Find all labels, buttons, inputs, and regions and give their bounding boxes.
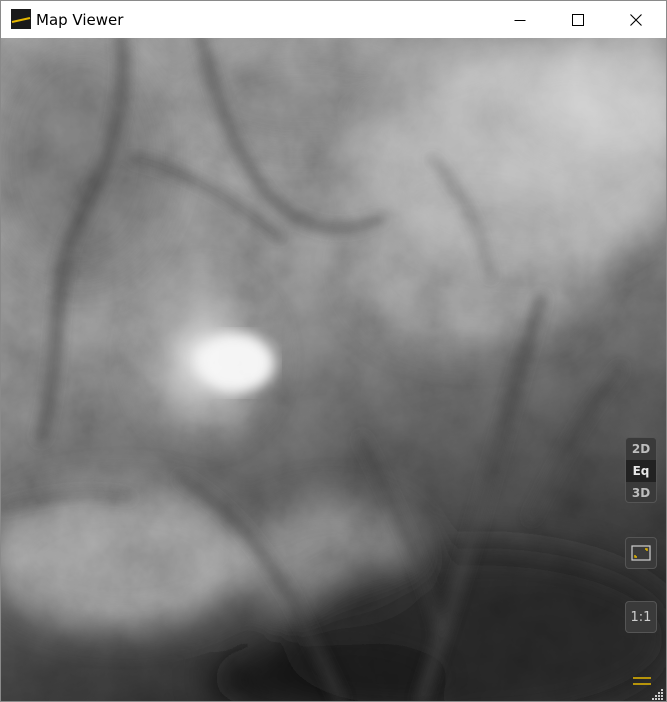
elevation-heightmap — [1, 38, 666, 701]
app-icon — [11, 9, 31, 29]
close-button[interactable] — [607, 1, 665, 38]
maximize-icon — [572, 13, 584, 26]
title-bar[interactable]: Map Viewer — [1, 1, 666, 38]
resize-grip-icon — [652, 689, 663, 700]
minimize-button[interactable] — [491, 1, 549, 38]
close-icon — [630, 13, 642, 26]
window-title: Map Viewer — [36, 11, 124, 29]
hamburger-menu-icon — [633, 677, 651, 685]
resize-grip[interactable] — [651, 687, 664, 700]
view-mode-2d[interactable]: 2D — [626, 438, 656, 460]
view-mode-selector: 2D Eq 3D — [625, 437, 657, 503]
actual-size-label: 1:1 — [630, 609, 652, 625]
minimize-icon — [514, 19, 526, 21]
map-canvas[interactable]: 2D Eq 3D 1:1 — [1, 38, 666, 701]
maximize-button[interactable] — [549, 1, 607, 38]
fit-to-view-button[interactable] — [625, 537, 657, 569]
map-viewer-window: Map Viewer 2D Eq 3D 1:1 — [0, 0, 667, 702]
menu-button[interactable] — [631, 673, 653, 689]
view-mode-3d[interactable]: 3D — [626, 482, 656, 502]
view-mode-eq[interactable]: Eq — [626, 460, 656, 482]
actual-size-button[interactable]: 1:1 — [625, 601, 657, 633]
fit-to-view-icon — [631, 545, 651, 561]
